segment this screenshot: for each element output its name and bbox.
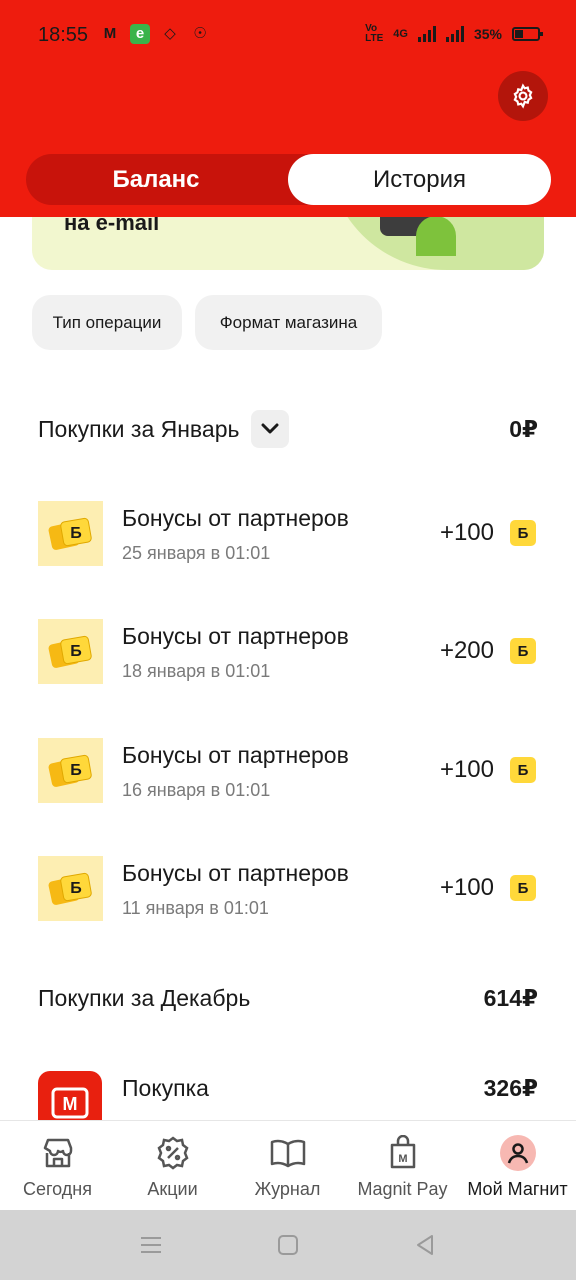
bonus-coins-icon: Б: [38, 738, 103, 803]
menu-icon[interactable]: [138, 1232, 164, 1258]
nav-journal[interactable]: Журнал: [230, 1121, 345, 1211]
nav-label: Сегодня: [23, 1179, 92, 1199]
expand-button[interactable]: [251, 410, 290, 448]
list-item[interactable]: Б Бонусы от партнеров 16 января в 01:01 …: [38, 738, 538, 808]
nav-promotions[interactable]: Акции: [115, 1121, 230, 1211]
book-icon: [270, 1135, 306, 1171]
bonus-badge-icon: Б: [510, 520, 536, 546]
bonus-coins-icon: Б: [38, 501, 103, 566]
balance-history-switch: Баланс История: [26, 154, 551, 205]
transaction-amount: +100: [439, 519, 494, 546]
battery-percent: 35%: [473, 26, 502, 42]
transaction-title: Бонусы от партнеров: [122, 623, 349, 649]
nav-today[interactable]: Сегодня: [0, 1121, 115, 1211]
transaction-title: Бонусы от партнеров: [122, 742, 349, 768]
svg-text:Б: Б: [70, 643, 82, 660]
nav-label: Акции: [147, 1179, 198, 1199]
status-indicators: Vo LTE 4G 35%: [365, 23, 543, 44]
svg-text:Б: Б: [70, 525, 82, 542]
nav-label: Мой Магнит: [467, 1179, 568, 1199]
steam-icon: ☉: [193, 25, 207, 42]
package-icon: ◇: [164, 25, 176, 42]
transaction-amount: +200: [439, 637, 494, 664]
status-time: 18:55: [38, 24, 89, 46]
notification-icons: M e ◇ ☉: [100, 24, 210, 44]
network-type: 4G: [393, 28, 408, 40]
transaction-date: 16 января в 01:01: [122, 780, 271, 800]
store-icon: [40, 1135, 76, 1171]
home-icon[interactable]: [275, 1232, 301, 1258]
notification-m-icon: M: [103, 25, 117, 42]
nav-magnit-pay[interactable]: M Magnit Pay: [345, 1121, 460, 1211]
transaction-date: 25 января в 01:01: [122, 543, 271, 563]
svg-text:Б: Б: [70, 762, 82, 779]
section-amount: 0₽: [509, 415, 538, 442]
system-navigation-bar: [0, 1210, 576, 1280]
transaction-title: Покупка: [122, 1075, 209, 1101]
banner-leaf-shape: [416, 216, 456, 256]
notification-app-icon: e: [130, 24, 150, 44]
signal-icon-2: [445, 26, 464, 42]
nav-my-magnit[interactable]: Мой Магнит: [460, 1121, 575, 1211]
list-item[interactable]: Б Бонусы от партнеров 25 января в 01:01 …: [38, 501, 538, 571]
wallet-icon: M: [385, 1135, 421, 1171]
transaction-amount: +100: [439, 756, 494, 783]
gear-icon: [513, 83, 533, 109]
filter-store-format[interactable]: Формат магазина: [195, 295, 382, 350]
tab-balance[interactable]: Баланс: [26, 154, 286, 205]
list-item[interactable]: Б Бонусы от партнеров 11 января в 01:01 …: [38, 856, 538, 926]
section-title: Покупки за Январь: [38, 415, 240, 442]
settings-button[interactable]: [498, 71, 548, 121]
transaction-date: 18 января в 01:01: [122, 661, 271, 681]
svg-text:М: М: [63, 1094, 78, 1114]
profile-icon: [499, 1135, 536, 1171]
bottom-navigation: Сегодня Акции Журнал M Magnit Pay Мой Ма…: [0, 1120, 576, 1210]
transaction-title: Бонусы от партнеров: [122, 505, 349, 531]
nav-label: Magnit Pay: [357, 1179, 448, 1199]
transaction-amount: +100: [439, 874, 494, 901]
volte-icon: Vo LTE: [365, 23, 384, 44]
bonus-badge-icon: Б: [510, 638, 536, 664]
list-item[interactable]: Б Бонусы от партнеров 18 января в 01:01 …: [38, 619, 538, 689]
bonus-coins-icon: Б: [38, 856, 103, 921]
nav-label: Журнал: [254, 1179, 321, 1199]
section-header-january: Покупки за Январь 0₽: [38, 409, 538, 449]
svg-text:Б: Б: [70, 880, 82, 897]
bonus-badge-icon: Б: [510, 757, 536, 783]
transaction-amount: 326₽: [483, 1075, 538, 1101]
section-header-december: Покупки за Декабрь 614₽: [38, 978, 538, 1018]
transaction-title: Бонусы от партнеров: [122, 860, 349, 886]
status-bar: 18:55 M e ◇ ☉ Vo LTE 4G 35%: [0, 0, 576, 70]
section-amount: 614₽: [483, 984, 538, 1011]
battery-icon: [512, 27, 543, 41]
bonus-badge-icon: Б: [510, 875, 536, 901]
chevron-down-icon: [261, 423, 279, 434]
bonus-coins-icon: Б: [38, 619, 103, 684]
back-icon[interactable]: [412, 1232, 438, 1258]
tab-history[interactable]: История: [288, 154, 551, 205]
signal-icon: [417, 26, 436, 42]
transaction-date: 11 января в 01:01: [122, 898, 269, 918]
section-title: Покупки за Декабрь: [38, 984, 251, 1011]
svg-text:M: M: [398, 1153, 407, 1165]
discount-icon: [155, 1135, 191, 1171]
filter-operation-type[interactable]: Тип операции: [32, 295, 182, 350]
app-header: 18:55 M e ◇ ☉ Vo LTE 4G 35% Баланс Истори…: [0, 0, 576, 217]
